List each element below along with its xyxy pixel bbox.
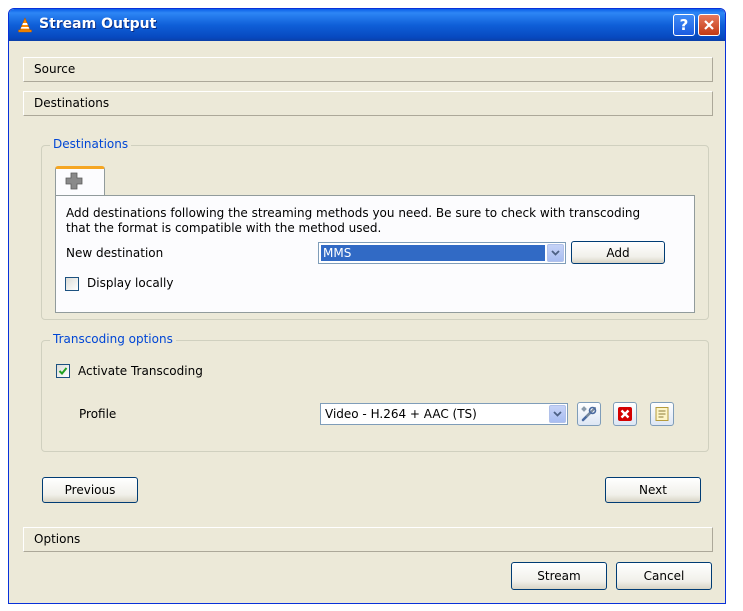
source-section-header[interactable]: Source — [23, 57, 713, 82]
add-button-label: Add — [606, 245, 630, 260]
destination-method-value: MMS — [321, 245, 545, 261]
previous-button-label: Previous — [64, 483, 116, 497]
profile-value: Video - H.264 + AAC (TS) — [325, 407, 477, 421]
destination-tab-panel: Add destinations following the streaming… — [55, 195, 695, 313]
activate-transcoding-label: Activate Transcoding — [78, 364, 203, 378]
help-button[interactable]: ? — [673, 14, 695, 36]
window-title: Stream Output — [39, 16, 157, 32]
new-profile-icon — [655, 407, 669, 421]
transcoding-group: Transcoding options Activate Transcoding… — [41, 332, 709, 452]
plus-icon — [65, 172, 83, 190]
help-icon: ? — [679, 16, 689, 34]
destinations-description: Add destinations following the streaming… — [66, 206, 641, 234]
destinations-group-legend: Destinations — [50, 137, 132, 151]
destinations-group: Destinations Add destinations following … — [41, 137, 709, 320]
options-section-header[interactable]: Options — [23, 527, 713, 552]
next-button[interactable]: Next — [605, 477, 701, 503]
checkmark-icon — [58, 367, 68, 375]
chevron-down-icon[interactable] — [549, 405, 566, 423]
previous-button[interactable]: Previous — [42, 477, 138, 503]
destinations-section-label: Destinations — [34, 96, 110, 110]
delete-icon — [618, 407, 632, 421]
destination-method-select[interactable]: MMS — [318, 242, 566, 264]
add-destination-button[interactable]: Add — [571, 241, 665, 264]
next-button-label: Next — [639, 483, 667, 497]
cancel-button-label: Cancel — [643, 569, 685, 583]
options-section-label: Options — [34, 532, 81, 546]
transcoding-group-legend: Transcoding options — [50, 332, 176, 346]
add-destination-tab[interactable] — [55, 166, 105, 196]
activate-transcoding-checkbox[interactable] — [56, 364, 70, 378]
cancel-button[interactable]: Cancel — [616, 562, 712, 590]
new-destination-label: New destination — [66, 246, 164, 260]
stream-output-window: Stream Output ? Source Destinations Dest… — [8, 8, 726, 604]
tools-icon — [581, 406, 597, 422]
profile-label: Profile — [79, 407, 117, 421]
vlc-cone-icon — [18, 17, 32, 33]
title-bar[interactable]: Stream Output ? — [9, 9, 725, 41]
delete-profile-button[interactable] — [613, 402, 637, 426]
source-section-label: Source — [34, 62, 76, 76]
close-button[interactable] — [698, 14, 720, 36]
profile-select[interactable]: Video - H.264 + AAC (TS) — [320, 403, 568, 425]
destinations-section-header[interactable]: Destinations — [23, 91, 713, 116]
stream-button[interactable]: Stream — [511, 562, 607, 590]
chevron-down-icon[interactable] — [547, 244, 564, 262]
display-locally-label: Display locally — [87, 276, 174, 290]
close-icon — [704, 20, 714, 30]
display-locally-checkbox[interactable] — [65, 277, 79, 291]
edit-profile-button[interactable] — [577, 402, 601, 426]
stream-button-label: Stream — [537, 569, 581, 583]
new-profile-button[interactable] — [650, 402, 674, 426]
